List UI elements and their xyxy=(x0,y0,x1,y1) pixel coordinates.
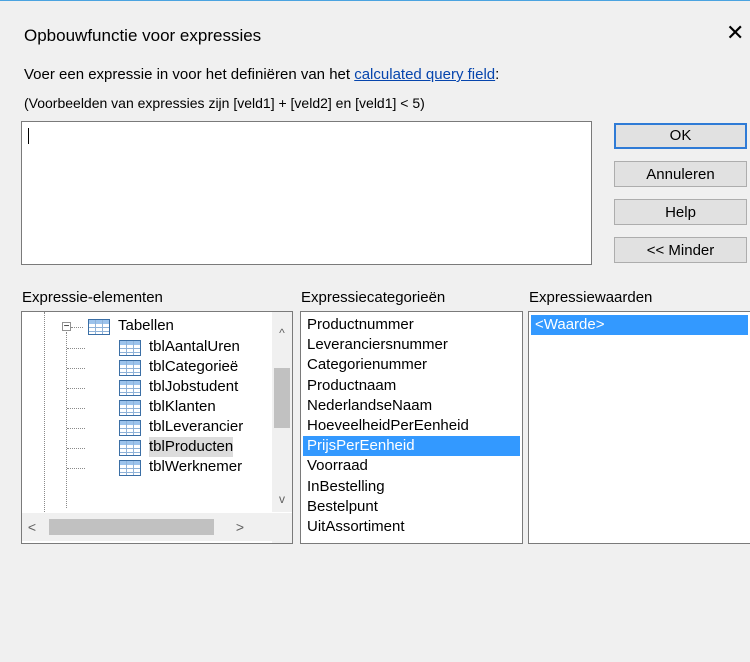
table-icon xyxy=(119,380,141,396)
scroll-left-icon[interactable]: < xyxy=(22,513,42,541)
expression-builder-dialog: Opbouwfunctie voor expressies ✕ Voer een… xyxy=(0,0,750,662)
less-button[interactable]: << Minder xyxy=(614,237,747,263)
values-label: Expressiewaarden xyxy=(529,289,653,306)
list-item-selected[interactable]: PrijsPerEenheid xyxy=(303,436,520,457)
tree-node-label: Tabellen xyxy=(118,317,174,334)
close-icon[interactable]: ✕ xyxy=(726,22,744,44)
table-icon xyxy=(119,440,141,456)
instruction-prefix: Voer een expressie in voor het definiëre… xyxy=(24,66,355,83)
instruction-suffix: : xyxy=(495,66,500,83)
scroll-down-icon[interactable]: v xyxy=(272,490,292,508)
list-item[interactable]: Voorraad xyxy=(303,456,520,476)
list-item[interactable]: HoeveelheidPerEenheid xyxy=(303,416,520,436)
table-icon xyxy=(88,319,110,335)
tree-guide xyxy=(66,332,67,508)
list-item[interactable]: Categorienummer xyxy=(303,355,520,375)
list-item[interactable]: Productnaam xyxy=(303,376,520,396)
scroll-thumb[interactable] xyxy=(274,368,290,428)
table-icon xyxy=(119,340,141,356)
collapse-icon[interactable]: − xyxy=(62,322,71,332)
text-caret xyxy=(28,128,29,144)
table-icon xyxy=(119,400,141,416)
tree-guide xyxy=(44,312,45,512)
horizontal-scrollbar[interactable]: < > xyxy=(22,513,272,541)
list-item[interactable]: Productnummer xyxy=(303,315,520,335)
instruction-text: Voer een expressie in voor het definiëre… xyxy=(24,66,499,83)
help-button[interactable]: Help xyxy=(614,199,747,225)
list-item[interactable]: InBestelling xyxy=(303,477,520,497)
ok-button[interactable]: OK xyxy=(614,123,747,149)
expression-elements-tree[interactable]: − Tabellen tblAantalUren tblCategorieë t… xyxy=(21,311,293,544)
hscroll-thumb[interactable] xyxy=(49,519,214,535)
tree-guide xyxy=(71,327,83,328)
table-icon xyxy=(119,420,141,436)
scroll-up-icon[interactable]: ^ xyxy=(272,324,292,342)
scroll-corner xyxy=(272,513,292,543)
vertical-scrollbar[interactable]: ^ v xyxy=(272,312,292,512)
expression-values-list[interactable]: <Waarde> xyxy=(528,311,750,544)
list-item[interactable]: Bestelpunt xyxy=(303,497,520,517)
list-item[interactable]: UitAssortiment xyxy=(303,517,520,537)
expression-input[interactable] xyxy=(21,121,592,265)
elements-label: Expressie-elementen xyxy=(22,289,163,306)
calculated-field-link[interactable]: calculated query field xyxy=(354,66,495,83)
example-text: (Voorbeelden van expressies zijn [veld1]… xyxy=(24,95,425,111)
list-item-selected[interactable]: <Waarde> xyxy=(531,315,748,336)
dialog-title: Opbouwfunctie voor expressies xyxy=(24,26,262,45)
scroll-right-icon[interactable]: > xyxy=(230,513,250,541)
window-border xyxy=(0,0,750,1)
list-item[interactable]: NederlandseNaam xyxy=(303,396,520,416)
table-icon xyxy=(119,460,141,476)
cancel-button[interactable]: Annuleren xyxy=(614,161,747,187)
expression-categories-list[interactable]: Productnummer Leveranciersnummer Categor… xyxy=(300,311,523,544)
table-icon xyxy=(119,360,141,376)
tree-viewport: − Tabellen tblAantalUren tblCategorieë t… xyxy=(22,312,272,512)
categories-label: Expressiecategorieën xyxy=(301,289,446,306)
list-item[interactable]: Leveranciersnummer xyxy=(303,335,520,355)
